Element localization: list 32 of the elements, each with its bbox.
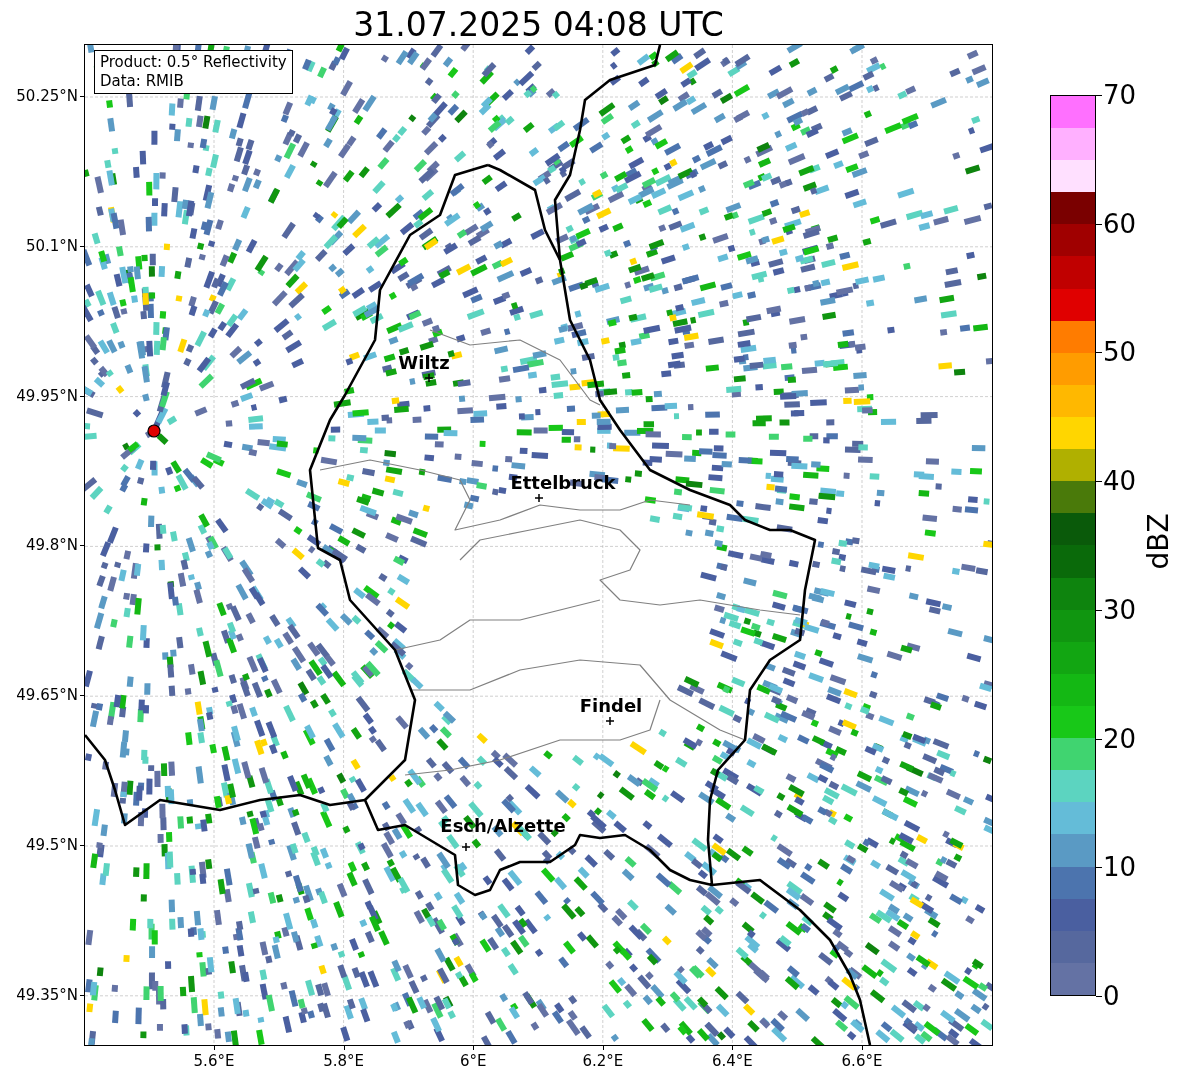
city-marker [461,842,471,852]
colorbar-tick-label: 30 [1103,594,1137,625]
longitude-label: 5.6°E [193,1052,235,1070]
latitude-label: 50.1°N [25,236,78,255]
latitude-label: 49.65°N [16,686,78,705]
radar-site-marker [147,424,161,438]
city-marker [424,373,434,383]
longitude-label: 6°E [459,1052,487,1070]
longitude-label: 6.6°E [841,1052,883,1070]
colorbar-tick-label: 20 [1103,723,1137,754]
info-text: Product: 0.5° Reflectivity [100,53,287,72]
latitude-label: 49.8°N [25,536,78,555]
city-label: Wiltz [398,352,450,373]
colorbar-tick-label: 60 [1103,208,1137,239]
colorbar-tick-label: 0 [1103,981,1120,1011]
city-marker [534,493,544,503]
longitude-label: 6.2°E [582,1052,624,1070]
latitude-label: 50.25°N [16,87,78,105]
info-text: Data: RMIB [100,72,185,91]
latitude-label: 49.95°N [16,386,78,405]
longitude-label: 6.4°E [711,1052,753,1070]
colorbar-tick-label: 10 [1103,852,1137,883]
longitude-label: 5.8°E [323,1052,364,1070]
city-label: Findel [579,695,643,716]
latitude-label: 49.35°N [16,985,78,1004]
city-marker [605,716,615,726]
colorbar-tick-label: 50 [1103,337,1137,368]
colorbar-tick-label: 40 [1103,466,1137,497]
chart-title: 31.07.2025 04:08 UTC [352,4,725,44]
colorbar-tick-label: 70 [1103,80,1137,110]
latitude-label: 49.5°N [25,836,78,854]
colorbar-label: dBZ [1141,513,1175,570]
